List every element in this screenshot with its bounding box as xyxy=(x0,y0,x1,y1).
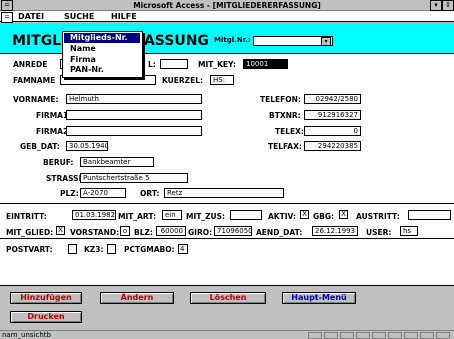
mit-glied-checkbox[interactable]: X xyxy=(56,226,65,235)
telex-label: TELEX: xyxy=(275,127,304,136)
kz3-checkbox[interactable] xyxy=(107,244,116,254)
aktiv-label: AKTIV: xyxy=(268,212,296,221)
minimize-icon[interactable]: ▾ xyxy=(430,0,442,11)
btxnr-label: BTXNR: xyxy=(269,111,301,120)
postvart-checkbox[interactable] xyxy=(68,244,77,254)
suche-dropdown-menu: Mitglieds-Nr. Name Firma PAN-Nr. xyxy=(62,31,143,78)
status-bar: nam_unsichtb xyxy=(0,330,454,339)
telex-field[interactable]: 0 xyxy=(304,126,361,136)
mitgl-nr-combo[interactable]: ▾ xyxy=(253,36,333,46)
menu-item-firma[interactable]: Firma xyxy=(64,55,140,65)
status-indicator-6 xyxy=(388,332,402,339)
firma2-field[interactable] xyxy=(66,126,202,136)
status-indicator-8 xyxy=(420,332,434,339)
status-indicator-9 xyxy=(436,332,450,339)
menu-item-pan-nr[interactable]: PAN-Nr. xyxy=(64,65,140,75)
aktiv-checkbox[interactable]: X xyxy=(300,210,309,219)
btxnr-field[interactable]: 912916327 xyxy=(304,110,361,120)
gbg-checkbox[interactable]: X xyxy=(339,210,348,219)
geb-dat-label: GEB_DAT: xyxy=(20,142,60,151)
status-indicator-2 xyxy=(324,332,338,339)
restore-icon[interactable]: ⇕ xyxy=(442,0,454,11)
user-field[interactable]: hs xyxy=(400,226,418,236)
status-text: nam_unsichtb xyxy=(2,331,51,339)
section-divider-2 xyxy=(0,238,454,239)
status-indicator-4 xyxy=(356,332,370,339)
drucken-button[interactable]: Drucken xyxy=(10,311,82,323)
status-indicator-1 xyxy=(308,332,322,339)
mit-key-label: MIT_KEY: xyxy=(198,60,236,69)
window-title: Microsoft Access - [MITGLIEDERERFASSUNG] xyxy=(133,1,321,10)
menu-item-name[interactable]: Name xyxy=(64,44,140,54)
anrede-label: ANREDE xyxy=(13,60,48,69)
mit-glied-label: MIT_GLIED: xyxy=(6,228,54,237)
menu-datei[interactable]: DATEI xyxy=(18,12,44,21)
dropdown-arrow-icon[interactable]: ▾ xyxy=(321,37,331,45)
giro-label: GIRO: xyxy=(188,228,213,237)
strasse-field[interactable]: Puntschertstraße 5 xyxy=(80,173,188,183)
mit-zus-field[interactable] xyxy=(230,210,262,220)
kuerzel-label: KUERZEL: xyxy=(162,76,204,85)
status-indicator-3 xyxy=(340,332,354,339)
mit-art-label: MIT_ART: xyxy=(118,212,157,221)
famname-label: FAMNAME xyxy=(13,76,56,85)
aend-dat-label: AEND_DAT: xyxy=(256,228,303,237)
telfax-field[interactable]: 294220385 xyxy=(304,141,361,151)
menu-bar: = DATEI SUCHE HILFE xyxy=(0,11,454,23)
form-title-right: FASSUNG xyxy=(136,33,209,49)
menu-hilfe[interactable]: HILFE xyxy=(111,12,137,21)
telefon-field[interactable]: 02942/2580 xyxy=(304,94,361,104)
user-label: USER: xyxy=(366,228,392,237)
telfax-label: TELFAX: xyxy=(268,142,302,151)
plz-label: PLZ: xyxy=(60,189,79,198)
titel-field[interactable] xyxy=(160,59,188,69)
hauptmenu-button[interactable]: Haupt-Menü xyxy=(282,292,356,304)
blz-label: BLZ: xyxy=(134,228,153,237)
kuerzel-field[interactable]: HS: xyxy=(210,75,234,85)
postvart-label: POSTVART: xyxy=(6,245,53,254)
ort-field[interactable]: Retz xyxy=(164,188,284,198)
loeschen-button[interactable]: Löschen xyxy=(190,292,266,304)
pctgmabo-field[interactable]: 4 xyxy=(178,244,188,254)
plz-field[interactable]: A-2070 xyxy=(80,188,126,198)
vorname-field[interactable]: Helmuth xyxy=(66,94,202,104)
mit-art-field[interactable]: ein xyxy=(162,210,182,220)
austritt-label: AUSTRITT: xyxy=(356,212,400,221)
menu-suche[interactable]: SUCHE xyxy=(64,12,94,21)
status-indicator-7 xyxy=(404,332,418,339)
aendern-button[interactable]: Ändern xyxy=(100,292,174,304)
telefon-label: TELEFON: xyxy=(260,95,301,104)
title-bar: = Microsoft Access - [MITGLIEDERERFASSUN… xyxy=(0,0,454,11)
mit-key-field[interactable]: 10001 xyxy=(243,59,288,69)
beruf-label: BERUF: xyxy=(43,158,74,167)
geb-dat-field[interactable]: 30.05.1940 xyxy=(66,141,108,151)
blz-field[interactable]: 60000 xyxy=(156,226,186,236)
mit-zus-label: MIT_ZUS: xyxy=(186,212,226,221)
menu-item-mitglieds-nr[interactable]: Mitglieds-Nr. xyxy=(64,33,140,43)
gbg-label: GBG: xyxy=(313,212,335,221)
mitgl-nr-label: Mitgl.Nr.: xyxy=(214,36,251,44)
vorname-label: VORNAME: xyxy=(13,95,59,104)
aend-dat-field[interactable]: 26.12.1993 xyxy=(312,226,358,236)
status-indicator-5 xyxy=(372,332,386,339)
austritt-field[interactable] xyxy=(408,210,451,220)
document-control-menu-icon[interactable]: = xyxy=(1,12,13,23)
giro-field[interactable]: 71096050 xyxy=(214,226,252,236)
eintritt-field[interactable]: 01.03.1982 xyxy=(72,210,116,220)
firma1-field[interactable] xyxy=(66,110,202,120)
titel-label: L: xyxy=(148,60,156,69)
ort-label: ORT: xyxy=(140,189,160,198)
vorstand-field[interactable]: o xyxy=(120,226,130,236)
section-divider-1 xyxy=(0,203,454,204)
pctgmabo-label: PCTGMABO: xyxy=(124,245,175,254)
form-title-left: MITGL xyxy=(12,33,62,49)
kz3-label: KZ3: xyxy=(84,245,104,254)
vorstand-label: VORSTAND: xyxy=(70,228,120,237)
hinzufuegen-button[interactable]: Hinzufügen xyxy=(10,292,82,304)
eintritt-label: EINTRITT: xyxy=(6,212,47,221)
beruf-field[interactable]: Bankbeamter xyxy=(80,157,154,167)
